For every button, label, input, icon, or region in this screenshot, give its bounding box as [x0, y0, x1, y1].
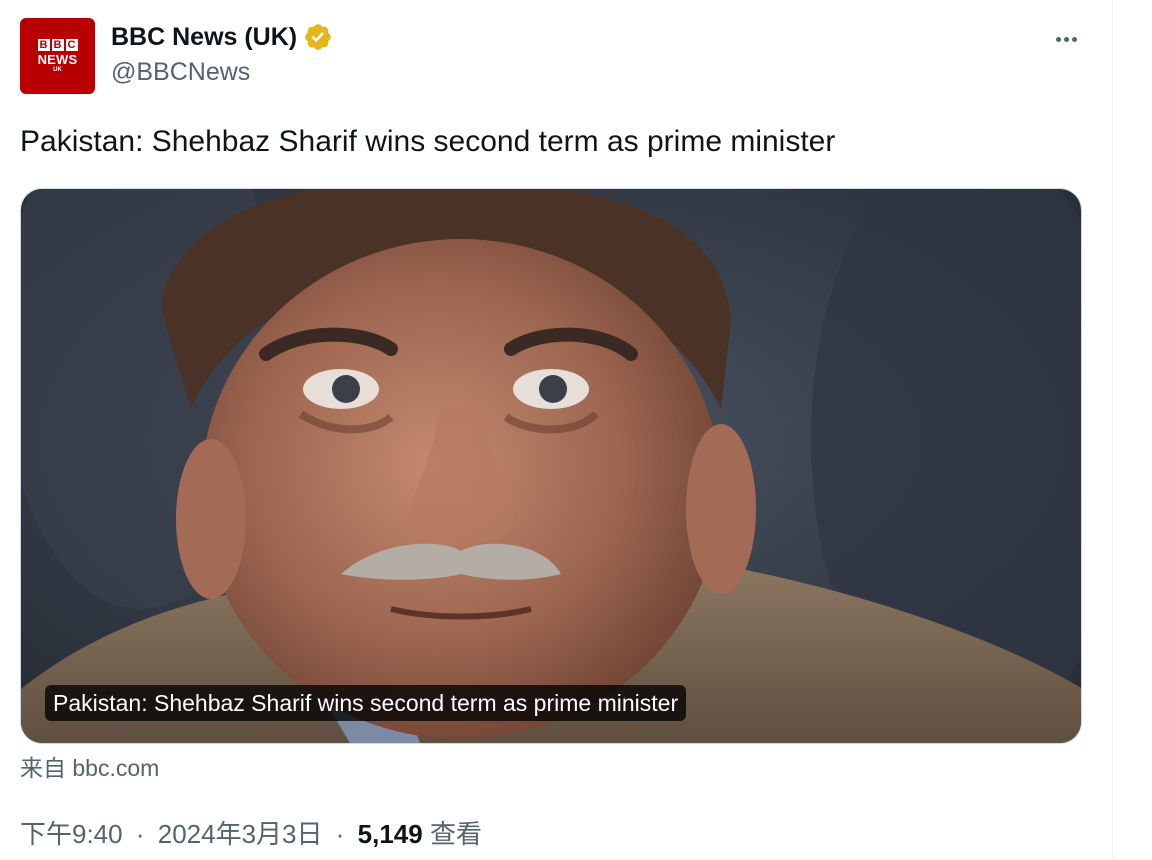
tweet-meta-row: 下午9:40 · 2024年3月3日 · 5,149 查看	[20, 814, 482, 854]
views-count[interactable]: 5,149	[358, 819, 423, 849]
tweet-date[interactable]: 2024年3月3日	[158, 819, 323, 849]
link-card-media[interactable]: Pakistan: Shehbaz Sharif wins second ter…	[20, 188, 1082, 744]
source-link[interactable]: 来自 bbc.com	[20, 752, 159, 784]
bbc-logo-block: B	[37, 38, 50, 51]
bbc-logo-blocks: B B C	[37, 38, 78, 51]
bbc-logo-block: C	[65, 38, 78, 51]
meta-separator: ·	[335, 819, 345, 849]
author-display-name[interactable]: BBC News (UK)	[111, 23, 297, 52]
tweet-time[interactable]: 下午9:40	[20, 819, 123, 849]
more-options-button[interactable]	[1046, 24, 1086, 54]
media-caption: Pakistan: Shehbaz Sharif wins second ter…	[45, 685, 687, 721]
author-avatar[interactable]: B B C NEWS UK	[20, 18, 95, 94]
tweet-header: B B C NEWS UK BBC News (UK) @BBCNews	[20, 18, 1090, 96]
tweet-detail-page: B B C NEWS UK BBC News (UK) @BBCNews Pak…	[0, 0, 1152, 860]
more-horizontal-icon	[1063, 36, 1069, 42]
avatar-region-text: UK	[53, 66, 62, 73]
tweet-text: Pakistan: Shehbaz Sharif wins second ter…	[20, 125, 836, 158]
more-horizontal-icon	[1055, 36, 1061, 42]
column-divider	[1112, 0, 1113, 860]
avatar-news-text: NEWS	[37, 51, 78, 67]
author-handle[interactable]: @BBCNews	[111, 58, 333, 87]
more-horizontal-icon	[1071, 36, 1077, 42]
author-name-block: BBC News (UK) @BBCNews	[111, 20, 333, 87]
meta-separator: ·	[135, 819, 145, 849]
views-label: 查看	[429, 819, 482, 849]
bbc-logo-block: B	[51, 38, 64, 51]
verified-badge-icon[interactable]	[303, 22, 333, 52]
display-name-row: BBC News (UK)	[111, 20, 333, 54]
article-photo	[21, 189, 1081, 743]
